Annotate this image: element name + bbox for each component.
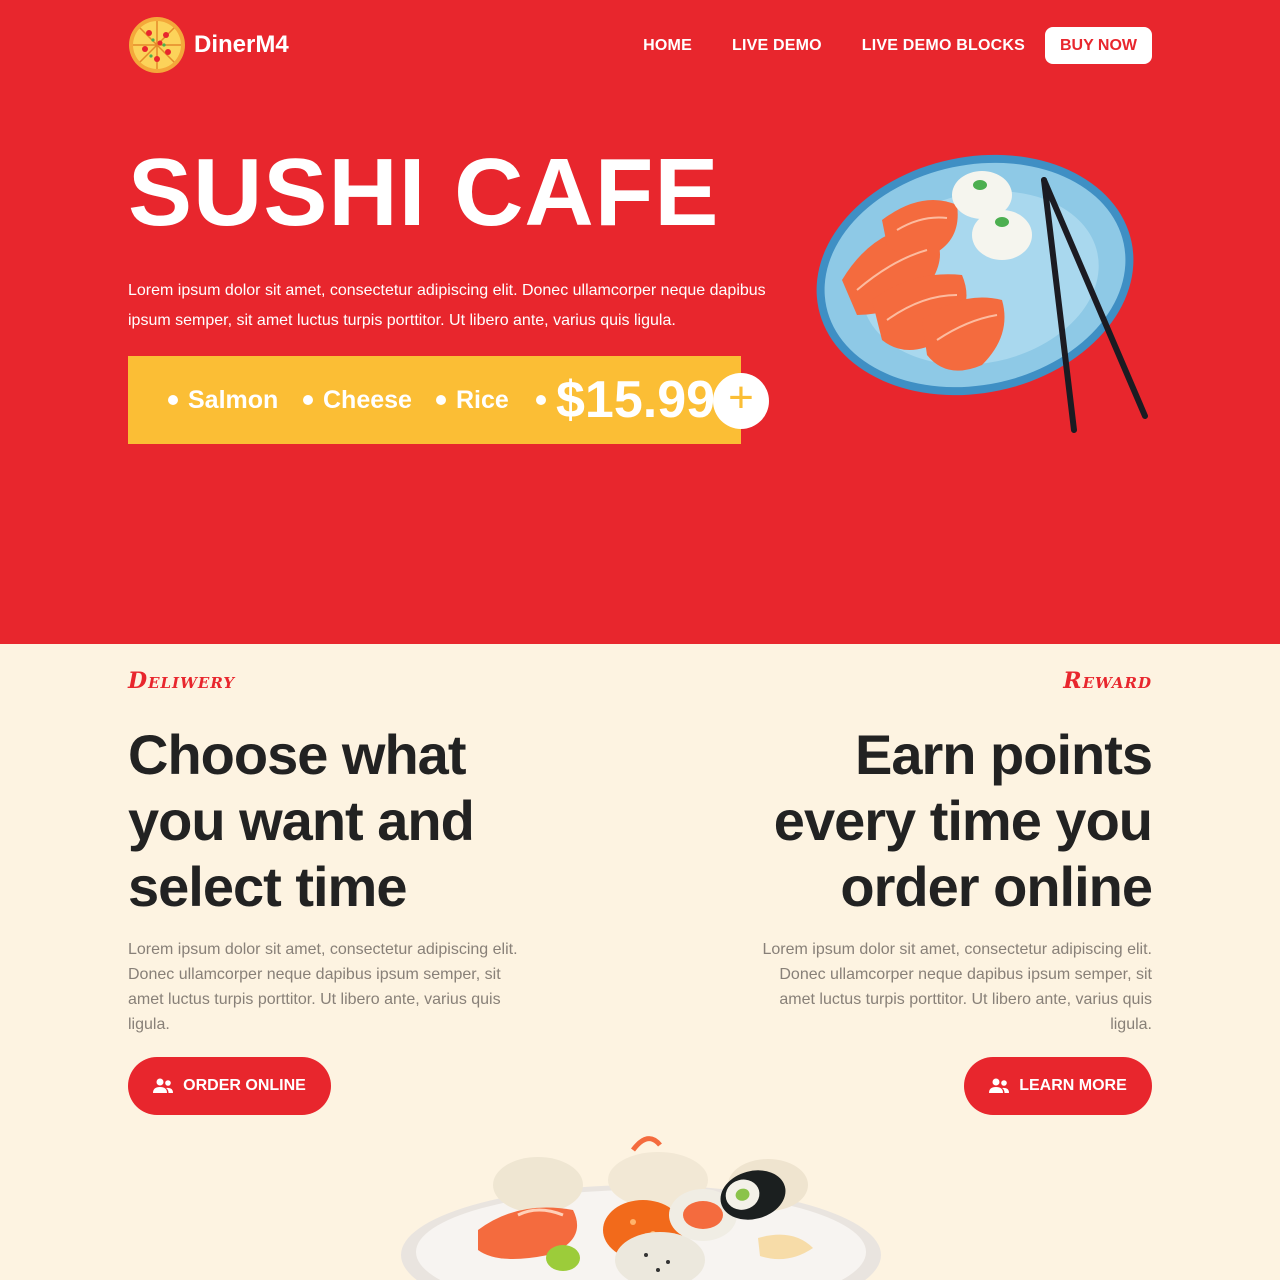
users-icon (153, 1078, 174, 1093)
ingredient-label: Salmon (188, 385, 279, 414)
ingredients-bar: Salmon Cheese Rice $15.99 (128, 356, 741, 444)
price: $15.99 (536, 356, 715, 444)
brand[interactable]: DinerM4 (128, 16, 289, 74)
title-line: Earn points (854, 723, 1153, 786)
hero-section: DinerM4 HOME LIVE DEMO LIVE DEMO BLOCKS … (0, 0, 1280, 644)
hero-description: Lorem ipsum dolor sit amet, consectetur … (128, 282, 766, 329)
top-nav: DinerM4 HOME LIVE DEMO LIVE DEMO BLOCKS … (128, 16, 1152, 74)
price-value: $15.99 (556, 371, 716, 429)
brand-name: DinerM4 (194, 31, 289, 58)
ingredient-item: Rice (436, 356, 509, 444)
nav-live-demo[interactable]: LIVE DEMO (732, 37, 822, 55)
reward-kicker: Reward (1063, 668, 1152, 694)
learn-more-button[interactable]: LEARN MORE (964, 1057, 1152, 1115)
bullet-icon (303, 395, 313, 405)
main-menu: HOME LIVE DEMO LIVE DEMO BLOCKS BUY NOW (643, 27, 1152, 64)
title-line: order online (840, 855, 1153, 918)
title-line: every time you (773, 789, 1153, 852)
order-online-button[interactable]: ORDER ONLINE (128, 1057, 331, 1115)
ingredient-item: Salmon (168, 356, 278, 444)
title-line: select time (128, 855, 408, 918)
order-online-label: ORDER ONLINE (183, 1077, 306, 1094)
title-line: Choose what (128, 723, 466, 786)
sashimi-plate-image (816, 154, 1148, 433)
nav-home[interactable]: HOME (643, 37, 692, 55)
add-to-cart-button[interactable]: + (713, 373, 769, 429)
bullet-icon (436, 395, 446, 405)
delivery-title: Choose what you want and select time (128, 722, 548, 920)
ingredient-label: Cheese (323, 385, 412, 414)
learn-more-label: LEARN MORE (1019, 1077, 1127, 1094)
reward-description: Lorem ipsum dolor sit amet, consectetur … (762, 941, 1152, 1033)
ingredient-item: Cheese (303, 356, 412, 444)
delivery-kicker: Deliwery (128, 668, 236, 694)
ingredient-label: Rice (456, 385, 509, 414)
delivery-description: Lorem ipsum dolor sit amet, consectetur … (128, 941, 518, 1033)
sushi-platter-image (401, 1136, 881, 1280)
reward-title: Earn points every time you order online (732, 722, 1153, 920)
users-icon (989, 1078, 1010, 1093)
pizza-icon (129, 17, 185, 73)
bullet-icon (536, 395, 546, 405)
buy-now-button[interactable]: BUY NOW (1045, 27, 1152, 64)
nav-live-demo-blocks[interactable]: LIVE DEMO BLOCKS (862, 37, 1025, 55)
hero-title: SUSHI CAFE (128, 139, 720, 246)
title-line: you want and (128, 789, 475, 852)
bullet-icon (168, 395, 178, 405)
